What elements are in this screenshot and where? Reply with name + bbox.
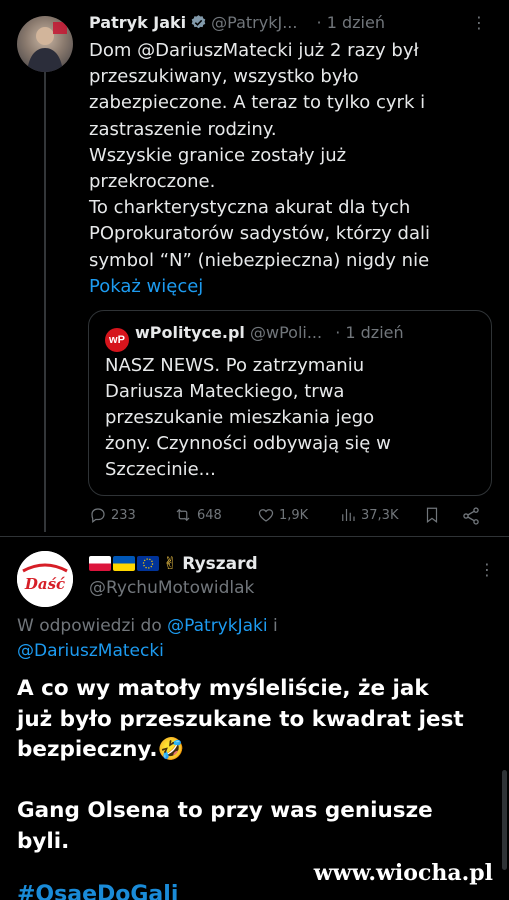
tweet1-time[interactable]: · 1 dzień — [317, 13, 385, 32]
reply-to-line: W odpowiedzi do @PatrykJaki i @DariuszMa… — [17, 614, 497, 664]
like-button[interactable]: 1,9K — [257, 506, 308, 524]
tweet-divider — [0, 536, 509, 537]
quoted-tweet-card[interactable]: wP wPolityce.pl @wPoli... · 1 dzień NASZ … — [88, 310, 492, 496]
heart-icon — [257, 506, 275, 524]
tweet1-body-text: Dom @DariuszMatecki już 2 razy był przes… — [89, 40, 430, 271]
quoted-handle[interactable]: @wPoli... — [250, 323, 322, 342]
show-more-link[interactable]: Pokaż więcej — [89, 276, 203, 297]
quoted-tweet-header: wP wPolityce.pl @wPoli... · 1 dzień — [105, 323, 404, 352]
like-count: 1,9K — [279, 507, 309, 523]
reply-to-label: W odpowiedzi do — [17, 616, 162, 636]
reply-icon — [89, 506, 107, 524]
views-button[interactable]: 37,3K — [339, 506, 398, 524]
reply-to-and: i — [273, 616, 278, 636]
more-options-icon[interactable]: ⋮ — [471, 13, 487, 32]
repost-count: 648 — [197, 507, 222, 523]
share-icon — [461, 506, 481, 526]
tweet1-author-name[interactable]: Patryk Jaki — [89, 13, 186, 32]
quoted-author-name[interactable]: wPolityce.pl — [135, 323, 245, 342]
verified-badge-icon — [190, 14, 207, 35]
share-button[interactable] — [461, 506, 481, 526]
eu-flag-icon — [137, 556, 159, 571]
reply-to-mention-patrykjaki[interactable]: @PatrykJaki — [167, 616, 267, 636]
watermark-text: www.wiocha.pl — [313, 860, 493, 886]
scrollbar-thumb[interactable] — [502, 770, 507, 870]
tweet2-author-name-row[interactable]: ✌ Ryszard — [89, 554, 258, 574]
poland-flag-icon — [89, 556, 111, 571]
repost-button[interactable]: 648 — [173, 506, 222, 524]
repost-icon — [173, 506, 193, 524]
reply-to-mention-dariuszmatecki[interactable]: @DariuszMatecki — [17, 641, 164, 661]
thread-connector-line — [44, 72, 46, 532]
quoted-tweet-body: NASZ NEWS. Po zatrzymaniu Dariusza Matec… — [105, 355, 391, 480]
tweet1-handle[interactable]: @PatrykJ... — [211, 13, 297, 32]
victory-hand-icon: ✌ — [163, 554, 178, 574]
bookmark-icon — [423, 506, 441, 524]
reply-button[interactable]: 233 — [89, 506, 136, 524]
views-count: 37,3K — [361, 507, 399, 523]
ukraine-flag-icon — [113, 556, 135, 571]
avatar-patryk-jaki[interactable] — [17, 16, 73, 72]
avatar-photo — [27, 22, 67, 72]
views-bar-chart-icon — [339, 506, 357, 524]
avatar-ryszard[interactable]: Daść — [17, 551, 73, 607]
partially-visible-hashtag[interactable]: #OsaeDoGali — [17, 882, 178, 900]
tweet1-header: Patryk Jaki @PatrykJ... · 1 dzień ⋮ — [89, 13, 499, 37]
quoted-time[interactable]: · 1 dzień — [335, 323, 403, 342]
tweet2-body-text: A co wy matoły myśleliście, że jak już b… — [17, 676, 464, 854]
tweet2-handle[interactable]: @RychuMotowidlak — [89, 578, 254, 598]
bookmark-button[interactable] — [423, 506, 441, 524]
reply-count: 233 — [111, 507, 136, 523]
wpolityce-logo-icon: wP — [105, 328, 129, 352]
avatar-logo-graphic: Daść — [17, 551, 73, 607]
tweet1-action-bar: 233 648 1,9K 37,3K — [89, 506, 494, 528]
tweet2-author-name[interactable]: Ryszard — [182, 554, 257, 574]
more-options-icon[interactable]: ⋮ — [479, 560, 495, 579]
avatar-text: Daść — [24, 575, 65, 593]
